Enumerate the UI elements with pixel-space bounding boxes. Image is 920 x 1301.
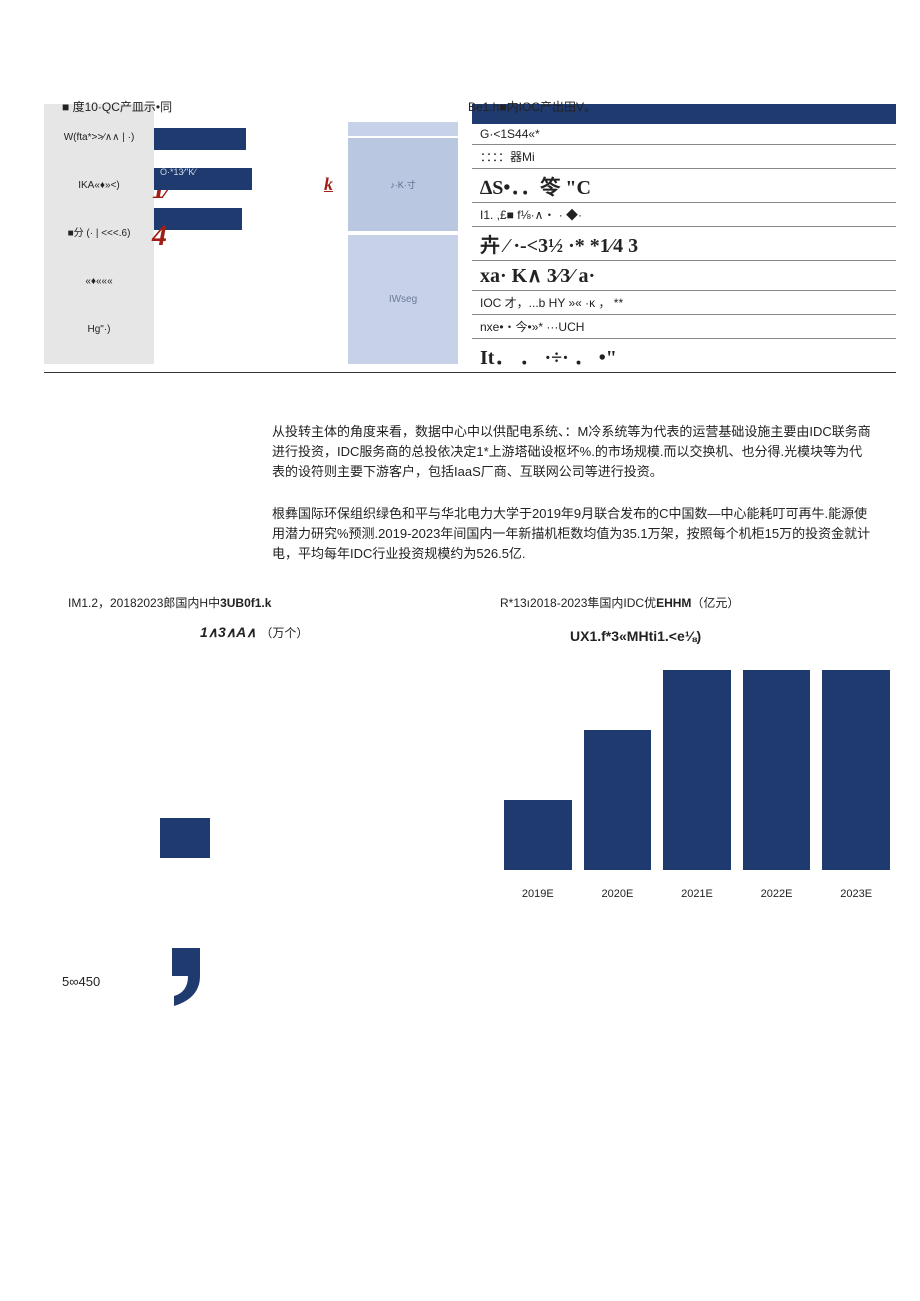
top-mid-panel: ♪·K·寸 IWseg	[348, 104, 458, 364]
paragraph-1: 从投转主体的角度来看，数据中心中以供配电系统、：M冷系统等为代表的运营基础设施主…	[272, 422, 872, 482]
rp-row-5: xa· K∧ 3⁄3⁄ a·	[472, 261, 896, 291]
mcap-r-prefix: R*13ı2018-2023隼国内IDC优	[500, 596, 656, 610]
big-bars-container	[500, 670, 890, 870]
mcap-l-bold: 3UB0f1.k	[220, 596, 271, 610]
top-left-labels: W(fta*>>∕∧∧ | ·) IKA«♦»<) ■分 (· | <<<.6)…	[44, 104, 154, 364]
xaxis-0: 2019E	[504, 888, 572, 900]
mid-caption-left: IM1.2，20182023郎国内H中3UB0f1.k	[68, 594, 271, 611]
left-label-2: ■分 (· | <<<.6)	[48, 228, 150, 240]
mcap-l-prefix: IM1.2，20182023郎国内H中	[68, 596, 220, 610]
sub-caption-right: UX1.f*3«MHti1.<e⅛)	[570, 628, 701, 644]
red-number-2: 4	[152, 219, 167, 253]
rp-row-7: nxe•・今•»* ···UCH	[472, 315, 896, 339]
top-right-table: G·<1S44«* ：：：：器Mi ∆S•．．笭 "C I1. ,£■ f⅛·∧…	[472, 104, 896, 364]
big-bar-2022	[743, 670, 811, 870]
sub-l-text: 1∧3∧A∧	[200, 624, 256, 640]
sub-l-unit: （万个）	[260, 626, 308, 640]
rp-row-6: IOC 才，...b HY »« ·κ ， **	[472, 291, 896, 315]
rp-row-1: ：：：：器Mi	[472, 145, 896, 169]
top-left-bars: 1⁄ 4 k O·*13⁄"K⁄	[154, 104, 334, 364]
left-label-4: Hg"·)	[48, 324, 150, 336]
left-label-0: W(fta*>>∕∧∧ | ·)	[48, 132, 150, 144]
comma-shape	[168, 948, 204, 1006]
mid-caption-right: R*13ı2018-2023隼国内IDC优EHHM（亿元）	[500, 594, 739, 611]
bar-2-text: O·*13⁄"K⁄	[160, 167, 196, 177]
left-small-bar	[160, 818, 210, 858]
rp-row-8: It． ． ·÷· ． •"	[472, 339, 896, 373]
big-bar-2019	[504, 800, 572, 870]
xaxis-4: 2023E	[822, 888, 890, 900]
paragraph-2: 根彝国际环保组织绿色和平与华北电力大学于2019年9月联合发布的C中国数—中心能…	[272, 504, 872, 564]
bar-2: O·*13⁄"K⁄	[154, 168, 252, 190]
top-left-panel: W(fta*>>∕∧∧ | ·) IKA«♦»<) ■分 (· | <<<.6)…	[44, 104, 334, 364]
rp-row-4: 卉 ⁄ ·-<3½ ·* *1⁄4 3	[472, 227, 896, 261]
big-bar-2021	[663, 670, 731, 870]
right-bar-chart: 2019E 2020E 2021E 2022E 2023E	[500, 670, 890, 930]
mid-head	[348, 122, 458, 136]
big-x-axis: 2019E 2020E 2021E 2022E 2023E	[500, 888, 890, 900]
mid-bot-box: IWseg	[348, 235, 458, 365]
xaxis-1: 2020E	[584, 888, 652, 900]
rp-row-0: G·<1S44«*	[472, 124, 896, 145]
sub-caption-left: 1∧3∧A∧ （万个）	[200, 624, 308, 641]
big-bar-2020	[584, 730, 652, 870]
left-label-3: «♦«««	[48, 276, 150, 288]
left-label-1: IKA«♦»<)	[48, 180, 150, 192]
top-diagram-block: ■ 度10·QC产皿示•同 Be1.h■内IOC产出田V。 W(fta*>>∕∧…	[44, 104, 896, 364]
big-bar-2023	[822, 670, 890, 870]
xaxis-3: 2022E	[743, 888, 811, 900]
mid-top-box: ♪·K·寸	[348, 138, 458, 231]
mcap-r-unit: （亿元）	[691, 596, 739, 610]
mcap-r-bold: EHHM	[656, 596, 691, 610]
top-caption-right: Be1.h■内IOC产出田V。	[468, 98, 596, 115]
bar-1	[154, 128, 246, 150]
rp-row-2: ∆S•．．笭 "C	[472, 169, 896, 203]
left-small-number: 5∞450	[62, 974, 100, 989]
bar-3	[154, 208, 242, 230]
rp-row-3: I1. ,£■ f⅛·∧・ · ◆·	[472, 203, 896, 227]
xaxis-2: 2021E	[663, 888, 731, 900]
divider-line	[44, 372, 896, 373]
